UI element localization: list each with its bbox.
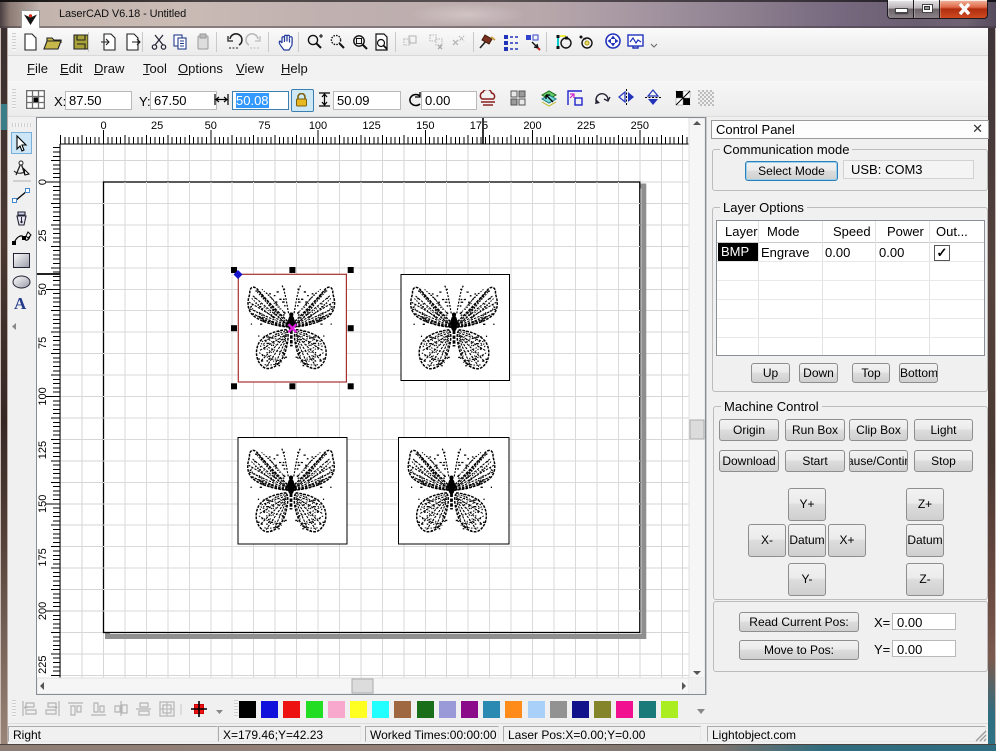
svg-text:100: 100 xyxy=(309,120,327,132)
svg-text:125: 125 xyxy=(362,120,380,132)
svg-text:225: 225 xyxy=(577,120,595,132)
svg-text:75: 75 xyxy=(37,337,49,349)
svg-text:150: 150 xyxy=(416,120,434,132)
svg-text:0: 0 xyxy=(100,120,106,132)
svg-text:250: 250 xyxy=(631,120,649,132)
svg-text:200: 200 xyxy=(37,602,49,620)
svg-text:175: 175 xyxy=(37,548,49,566)
svg-text:25: 25 xyxy=(37,229,49,241)
svg-text:200: 200 xyxy=(523,120,541,132)
svg-text:125: 125 xyxy=(37,441,49,459)
svg-text:50: 50 xyxy=(37,283,49,295)
svg-text:A: A xyxy=(14,294,27,313)
svg-text:100: 100 xyxy=(37,387,49,405)
svg-text:25: 25 xyxy=(151,120,163,132)
svg-text:225: 225 xyxy=(37,656,49,674)
svg-text:75: 75 xyxy=(258,120,270,132)
svg-text:50: 50 xyxy=(205,120,217,132)
svg-text:175: 175 xyxy=(470,120,488,132)
svg-text:0: 0 xyxy=(37,179,49,185)
svg-text:150: 150 xyxy=(37,495,49,513)
